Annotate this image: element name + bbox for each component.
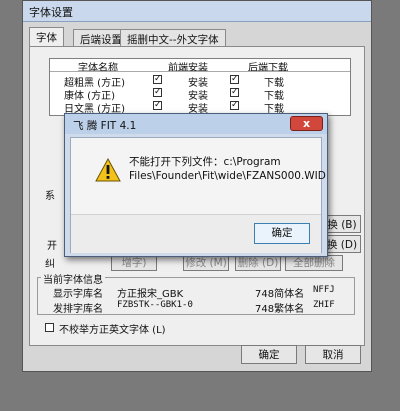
side-label: 系 — [45, 191, 55, 202]
dialog-title-bar: 飞 腾 FIT 4.1 x — [65, 114, 327, 134]
col-header-font-name: 字体名称 — [78, 59, 118, 74]
col-header-back-download: 后端下载 — [248, 59, 288, 74]
dialog-close-button[interactable]: x — [290, 116, 323, 131]
main-title-bar: 字体设置 — [23, 1, 371, 22]
typeset-font-label: 发排字库名 — [53, 304, 103, 315]
dialog-title: 飞 腾 FIT 4.1 — [73, 120, 137, 132]
dialog-body: 不能打开下列文件：c:\Program Files\Founder\Fit\wi… — [70, 137, 326, 253]
replace-b-button[interactable]: 换 (B) — [323, 215, 361, 233]
side-label: 纠 — [45, 259, 55, 270]
error-message-line1: 不能打开下列文件：c:\Program — [129, 156, 281, 168]
error-dialog: 飞 腾 FIT 4.1 x 不能打开下列文件：c:\Program Files\… — [64, 113, 328, 257]
simplified-name-value: NFFJ — [313, 285, 335, 295]
main-window-title: 字体设置 — [29, 6, 73, 19]
tab-font[interactable]: 字体 — [29, 27, 64, 47]
warning-icon — [95, 158, 121, 182]
back-download-checkbox[interactable]: ✓ — [230, 88, 239, 97]
font-list[interactable]: 字体名称 前端安装 后端下载 超粗黑 (方正) ✓ 安装 ✓ 下载 康体 (方正… — [49, 58, 351, 116]
traditional-name-value: ZHIF — [313, 300, 335, 310]
tab-font-mapping[interactable]: 摇删中文--外文字体 — [120, 29, 226, 46]
simplified-name-label: 748简体名 — [255, 289, 305, 300]
dialog-ok-button[interactable]: 确定 — [254, 223, 310, 244]
current-font-group-label: 当前字体信息 — [41, 271, 105, 286]
no-english-font-checkbox[interactable] — [45, 323, 54, 332]
modify-button[interactable]: 修改 (M) — [183, 255, 229, 271]
header-divider — [50, 71, 350, 72]
typeset-font-value: FZBSTK--GBK1-0 — [117, 300, 193, 310]
side-label: 开 — [47, 241, 57, 252]
front-install-checkbox[interactable]: ✓ — [153, 88, 162, 97]
front-install-checkbox[interactable]: ✓ — [153, 75, 162, 84]
cancel-button[interactable]: 取消 — [305, 345, 361, 364]
front-install-checkbox[interactable]: ✓ — [153, 101, 162, 110]
error-message-line2: Files\Founder\Fit\wide\FZANS000.WID — [129, 170, 326, 182]
back-download-checkbox[interactable]: ✓ — [230, 101, 239, 110]
add-font-button[interactable]: 增字) — [111, 255, 157, 271]
replace-d-button[interactable]: 换 (D) — [323, 235, 361, 253]
back-download-checkbox[interactable]: ✓ — [230, 75, 239, 84]
display-font-value: 方正报宋_GBK — [117, 289, 184, 300]
delete-all-button[interactable]: 全部删除 — [285, 255, 343, 271]
display-font-label: 显示字库名 — [53, 289, 103, 300]
col-header-front-install: 前端安装 — [168, 59, 208, 74]
no-english-font-label: 不校举方正英文字体 (L) — [59, 325, 166, 336]
delete-button[interactable]: 删除 (D) — [235, 255, 281, 271]
ok-button[interactable]: 确定 — [241, 345, 297, 364]
traditional-name-label: 748繁体名 — [255, 304, 305, 315]
